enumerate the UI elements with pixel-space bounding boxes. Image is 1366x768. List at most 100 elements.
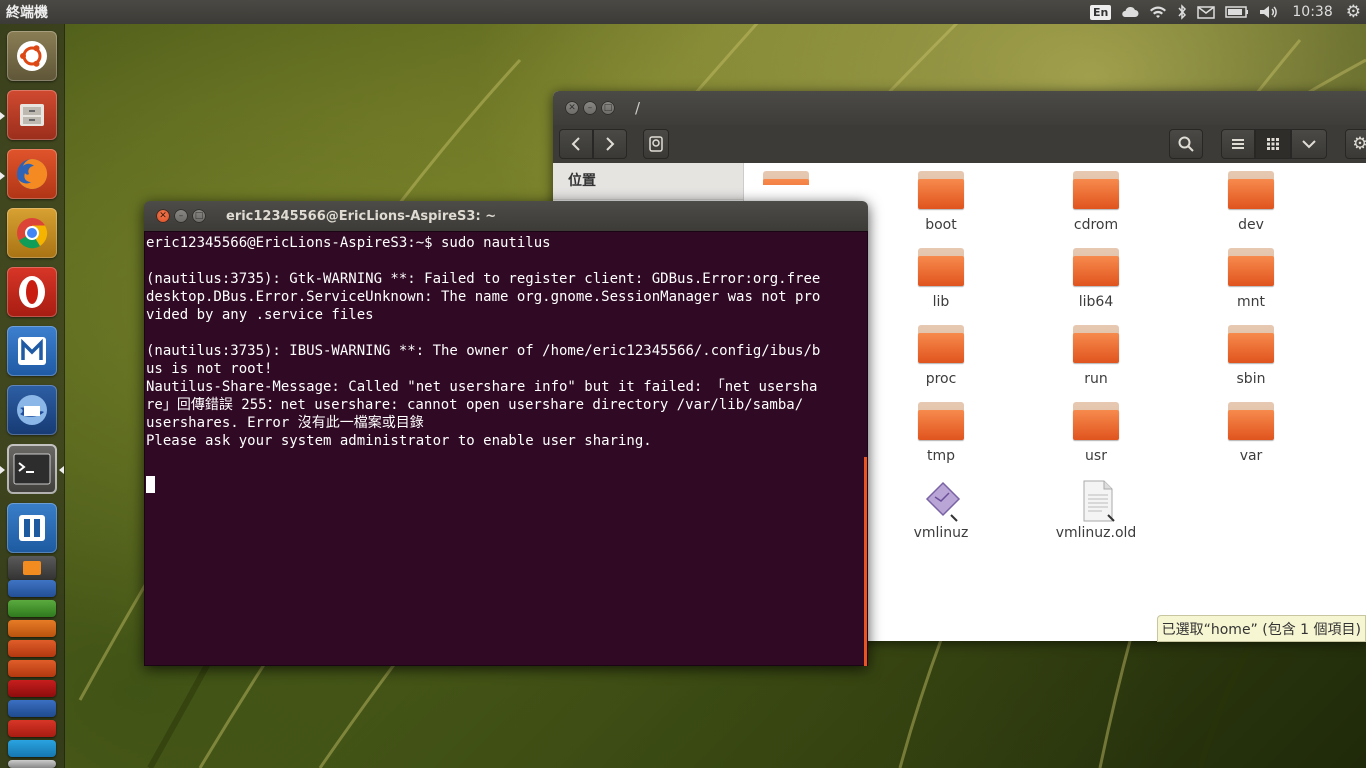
wifi-icon[interactable] bbox=[1144, 0, 1172, 24]
back-button[interactable] bbox=[559, 129, 593, 159]
keyboard-layout-indicator[interactable]: En bbox=[1085, 0, 1116, 24]
folder-item[interactable]: sbin bbox=[1191, 325, 1311, 395]
launcher-thunderbird[interactable] bbox=[7, 385, 57, 435]
folder-item[interactable]: run bbox=[1036, 325, 1156, 395]
close-button[interactable]: ✕ bbox=[156, 209, 170, 223]
item-label-text: tmp bbox=[926, 448, 955, 464]
keyboard-layout-label: En bbox=[1090, 4, 1112, 20]
terminal-title: eric12345566@EricLions-AspireS3: ~ bbox=[226, 208, 497, 224]
item-label-text: boot bbox=[925, 217, 957, 233]
launcher-opera-stack[interactable] bbox=[8, 720, 56, 737]
folder-item[interactable]: var bbox=[1191, 402, 1311, 472]
launcher-chrome[interactable] bbox=[7, 208, 57, 258]
folder-item[interactable]: mnt bbox=[1191, 248, 1311, 318]
file-manager-titlebar[interactable]: ✕ – □ / bbox=[553, 91, 1366, 125]
item-label-text: usr bbox=[1085, 448, 1107, 464]
folder-icon bbox=[763, 171, 809, 185]
launcher-impress[interactable] bbox=[8, 620, 56, 637]
item-label: dev bbox=[1191, 217, 1311, 233]
folder-icon bbox=[1073, 325, 1119, 363]
launcher-item[interactable] bbox=[8, 700, 56, 717]
launcher-sublime-text[interactable] bbox=[8, 556, 56, 580]
close-button[interactable]: ✕ bbox=[565, 101, 579, 115]
folder-item[interactable]: lib64 bbox=[1036, 248, 1156, 318]
indicator-area: En 10:38 ⚙ bbox=[1085, 0, 1366, 24]
item-label: vmlinuz bbox=[881, 525, 1001, 541]
terminal-output[interactable]: eric12345566@EricLions-AspireS3:~$ sudo … bbox=[144, 231, 868, 666]
folder-icon bbox=[1228, 402, 1274, 440]
folder-icon bbox=[1228, 325, 1274, 363]
item-label: usr bbox=[1036, 448, 1156, 464]
cloud-icon[interactable] bbox=[1116, 0, 1144, 24]
item-label-text: vmlinuz.old bbox=[1055, 525, 1137, 541]
launcher-software-center[interactable] bbox=[8, 640, 56, 657]
item-label: mnt bbox=[1191, 294, 1311, 310]
launcher-maxthon[interactable] bbox=[7, 326, 57, 376]
item-label: vmlinuz.old bbox=[1036, 525, 1156, 541]
item-label: proc bbox=[881, 371, 1001, 387]
mail-icon[interactable] bbox=[1192, 0, 1220, 24]
launcher-remmina[interactable] bbox=[7, 503, 57, 553]
maximize-button[interactable]: □ bbox=[192, 209, 206, 223]
clock[interactable]: 10:38 bbox=[1284, 0, 1340, 24]
ubuntu-logo-icon bbox=[17, 41, 47, 71]
scrollbar[interactable] bbox=[864, 457, 867, 666]
terminal-line: eric12345566@EricLions-AspireS3:~$ sudo … bbox=[146, 235, 551, 251]
folder-item[interactable]: boot bbox=[881, 171, 1001, 241]
chevron-right-icon bbox=[606, 137, 615, 151]
maximize-button[interactable]: □ bbox=[601, 101, 615, 115]
binary-file-icon bbox=[923, 479, 963, 527]
active-app-title[interactable]: 終端機 bbox=[6, 2, 48, 22]
list-icon bbox=[1232, 139, 1244, 149]
search-button[interactable] bbox=[1169, 129, 1203, 159]
list-view-button[interactable] bbox=[1221, 129, 1255, 159]
battery-icon[interactable] bbox=[1220, 0, 1254, 24]
folder-item[interactable]: tmp bbox=[881, 402, 1001, 472]
item-label: lib64 bbox=[1036, 294, 1156, 310]
gear-icon[interactable]: ⚙ bbox=[1341, 0, 1366, 24]
item-label-text: var bbox=[1239, 448, 1263, 464]
folder-item[interactable]: proc bbox=[881, 325, 1001, 395]
folder-icon bbox=[918, 171, 964, 209]
launcher-filezilla[interactable] bbox=[8, 680, 56, 697]
dash-home-button[interactable] bbox=[7, 31, 57, 81]
terminal-icon bbox=[13, 453, 51, 485]
item-label-text: dev bbox=[1238, 217, 1264, 233]
bluetooth-icon[interactable] bbox=[1172, 0, 1192, 24]
launcher-terminal[interactable] bbox=[7, 444, 57, 494]
launcher-item[interactable] bbox=[8, 740, 56, 757]
folder-item[interactable]: lib bbox=[881, 248, 1001, 318]
folder-item[interactable]: usr bbox=[1036, 402, 1156, 472]
location-root-button[interactable] bbox=[643, 129, 669, 159]
item-label-text: sbin bbox=[1236, 371, 1266, 387]
launcher-calc[interactable] bbox=[8, 600, 56, 617]
view-options-button[interactable] bbox=[1291, 129, 1327, 159]
launcher-ubuntu-one[interactable] bbox=[8, 660, 56, 677]
minimize-button[interactable]: – bbox=[174, 209, 188, 223]
running-indicator bbox=[0, 172, 5, 180]
launcher-files[interactable] bbox=[7, 90, 57, 140]
volume-icon[interactable] bbox=[1254, 0, 1284, 24]
launcher-firefox[interactable] bbox=[7, 149, 57, 199]
grid-view-button[interactable] bbox=[1255, 129, 1291, 159]
minimize-button[interactable]: – bbox=[583, 101, 597, 115]
file-item[interactable]: vmlinuz bbox=[881, 479, 1001, 549]
terminal-titlebar[interactable]: ✕ – □ eric12345566@EricLions-AspireS3: ~ bbox=[144, 201, 868, 231]
top-panel: 終端機 En 10:38 ⚙ bbox=[0, 0, 1366, 24]
launcher-trash[interactable] bbox=[8, 760, 56, 768]
launcher-writer[interactable] bbox=[8, 580, 56, 597]
running-indicator bbox=[0, 466, 5, 474]
launcher-opera[interactable] bbox=[7, 267, 57, 317]
forward-button[interactable] bbox=[593, 129, 627, 159]
terminal-line: Nautilus-Share-Message: Called "net user… bbox=[146, 379, 818, 395]
selection-status: 已選取“home” (包含 1 個項目) bbox=[1156, 615, 1366, 642]
folder-item[interactable]: cdrom bbox=[1036, 171, 1156, 241]
grid-icon bbox=[1267, 138, 1279, 150]
file-cabinet-icon bbox=[20, 104, 44, 126]
settings-button[interactable]: ⚙ bbox=[1345, 129, 1366, 159]
file-manager-toolbar: ⚙ bbox=[553, 125, 1366, 163]
file-item[interactable]: vmlinuz.old bbox=[1036, 479, 1156, 549]
folder-item[interactable]: dev bbox=[1191, 171, 1311, 241]
folder-icon bbox=[918, 402, 964, 440]
